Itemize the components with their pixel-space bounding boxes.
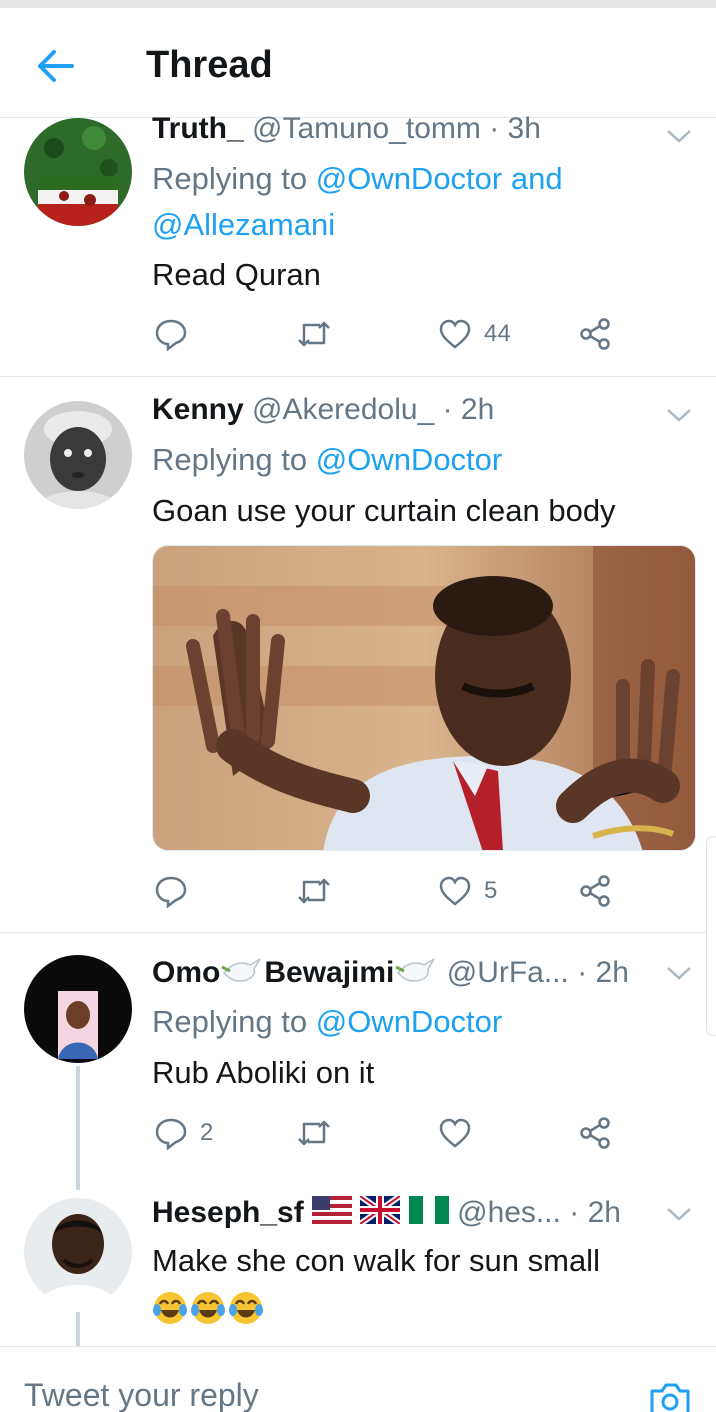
share-button[interactable]: [578, 1111, 612, 1155]
display-name-part: Omo: [152, 955, 221, 989]
replying-to: Replying to @OwnDoctor: [152, 999, 672, 1045]
avatar[interactable]: [24, 1198, 132, 1306]
chevron-down-icon: [667, 130, 691, 143]
header: Thread: [0, 8, 716, 118]
like-count: 44: [484, 320, 511, 347]
tweet-menu-button[interactable]: [664, 405, 694, 425]
display-name[interactable]: Omo Bewajimi: [152, 956, 438, 989]
like-button[interactable]: 5: [438, 869, 497, 913]
us-flag-icon: [312, 1196, 353, 1232]
display-name-part: Bewajimi: [264, 955, 395, 989]
tweet-menu-button[interactable]: [664, 963, 694, 983]
dove-icon: [394, 955, 438, 993]
heart-icon: [439, 1118, 471, 1148]
chevron-down-icon: [667, 1208, 691, 1221]
replying-to: Replying to @OwnDoctor: [152, 437, 672, 483]
mention-link[interactable]: @OwnDoctor: [316, 442, 503, 477]
tweet-text: Goan use your curtain clean body: [152, 493, 616, 528]
tweet-menu-button[interactable]: [664, 126, 694, 146]
tweet-header: Heseph_sf @hes... · 2h: [152, 1193, 621, 1232]
chevron-down-icon: [667, 967, 691, 980]
tweet-text: Rub Aboliki on it: [152, 1055, 375, 1090]
like-button[interactable]: 44: [438, 312, 511, 356]
tweet-header: Omo Bewajimi @UrFa... · 2h: [152, 955, 629, 993]
display-name[interactable]: Truth_: [152, 112, 244, 145]
reply-icon: [155, 1118, 187, 1150]
heart-icon: [439, 876, 471, 906]
tears-of-joy-emoji-icon: [228, 1290, 264, 1326]
reply-button[interactable]: 2: [154, 1111, 213, 1155]
tweet-text: Make she con walk for sun small: [152, 1243, 600, 1278]
replying-to-label: Replying to: [152, 1004, 316, 1039]
timestamp: · 3h: [489, 112, 541, 145]
uk-flag-icon: [358, 1193, 403, 1232]
user-handle[interactable]: @hes...: [457, 1196, 561, 1229]
tweet-header: Truth_ @Tamuno_tomm · 3h: [152, 112, 541, 146]
avatar[interactable]: [24, 118, 132, 226]
user-handle[interactable]: @UrFa...: [447, 956, 569, 989]
display-name[interactable]: Kenny: [152, 393, 244, 426]
display-name[interactable]: Heseph_sf: [152, 1196, 304, 1229]
camera-button[interactable]: [648, 1381, 692, 1412]
back-button[interactable]: [34, 48, 78, 84]
replying-to: Replying to @OwnDoctor and @Allezamani: [152, 156, 672, 248]
share-icon: [580, 318, 610, 350]
mention-link[interactable]: @OwnDoctor and: [316, 161, 563, 196]
reply-bar: Tweet your reply: [0, 1346, 716, 1412]
tweet-actions: 5: [152, 869, 632, 913]
like-button[interactable]: [438, 1111, 484, 1155]
tears-of-joy-emoji-icon: [152, 1290, 188, 1326]
reply-count: 2: [200, 1119, 214, 1146]
reply-icon: [155, 319, 187, 351]
arrow-left-icon: [38, 50, 74, 82]
timestamp: · 2h: [442, 393, 495, 426]
dove-icon: [220, 955, 264, 993]
nigeria-flag-icon: [408, 1196, 449, 1232]
tweet-text: Read Quran: [152, 257, 321, 292]
tweet-header: Kenny @Akeredolu_ · 2h: [152, 393, 494, 427]
retweet-button[interactable]: [296, 312, 344, 356]
camera-icon: [650, 1383, 690, 1412]
share-button[interactable]: [578, 869, 612, 913]
tweet-media-image[interactable]: [152, 545, 696, 851]
reply-icon: [155, 876, 187, 908]
user-handle[interactable]: @Akeredolu_: [252, 393, 434, 426]
reply-button[interactable]: [154, 869, 200, 913]
replying-to-label: Replying to: [152, 442, 316, 477]
tweet-actions: 44: [152, 312, 632, 356]
timestamp: · 2h: [577, 955, 629, 989]
retweet-button[interactable]: [296, 869, 344, 913]
reply-button[interactable]: [154, 312, 200, 356]
tweet-omo-bewajimi[interactable]: Omo Bewajimi @UrFa... · 2h Replying to @O…: [0, 933, 716, 1193]
user-handle[interactable]: @Tamuno_tomm: [252, 112, 481, 145]
tweet-menu-button[interactable]: [664, 1204, 694, 1224]
like-count: 5: [484, 877, 498, 904]
fast-scroll-handle[interactable]: [706, 836, 716, 1036]
avatar[interactable]: [24, 401, 132, 509]
chevron-down-icon: [667, 409, 691, 422]
share-icon: [580, 875, 610, 907]
retweet-icon: [298, 321, 330, 347]
mention-link[interactable]: @Allezamani: [152, 207, 335, 242]
tweet-truth[interactable]: Truth_ @Tamuno_tomm · 3h Replying to @Ow…: [0, 112, 716, 376]
tweet-actions: 2: [152, 1111, 632, 1155]
retweet-button[interactable]: [296, 1111, 344, 1155]
mention-link[interactable]: @OwnDoctor: [316, 1004, 503, 1039]
share-button[interactable]: [578, 312, 612, 356]
timestamp: · 2h: [569, 1196, 621, 1229]
tweet-reply-input[interactable]: Tweet your reply: [24, 1377, 259, 1412]
replying-to-label: Replying to: [152, 161, 316, 196]
avatar[interactable]: [24, 955, 132, 1063]
status-bar: [0, 0, 716, 8]
share-icon: [580, 1117, 610, 1149]
emoji-row: [152, 1290, 264, 1326]
page-title: Thread: [146, 44, 273, 86]
retweet-icon: [298, 878, 330, 904]
heart-icon: [439, 319, 471, 349]
retweet-icon: [298, 1120, 330, 1146]
tweet-heseph[interactable]: Heseph_sf @hes... · 2h Make she con walk…: [0, 1193, 716, 1346]
tears-of-joy-emoji-icon: [190, 1290, 226, 1326]
